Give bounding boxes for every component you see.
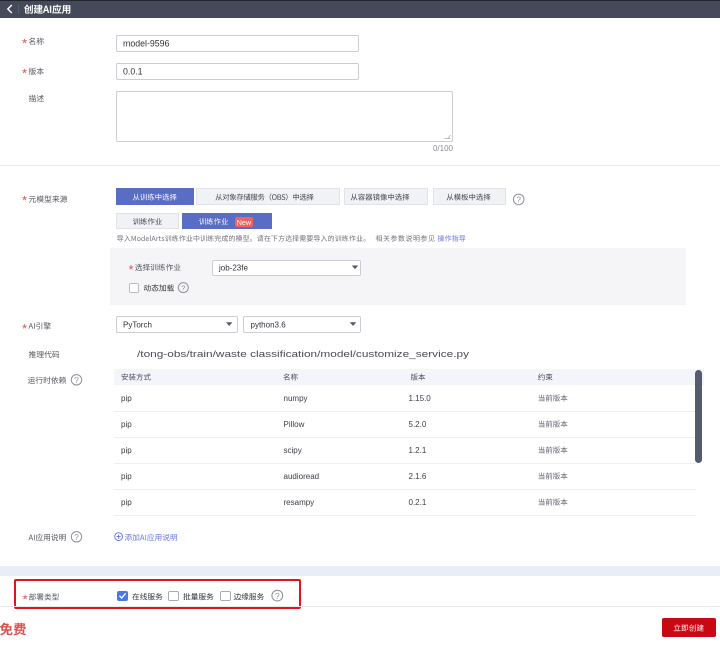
svg-text:0/100: 0/100 — [433, 144, 454, 153]
svg-text:0.0.1: 0.0.1 — [123, 66, 143, 76]
svg-text:?: ? — [181, 284, 186, 293]
svg-text:job-23fe: job-23fe — [218, 264, 248, 273]
svg-text:pip: pip — [121, 498, 132, 507]
svg-text:?: ? — [275, 591, 280, 601]
svg-text:?: ? — [516, 196, 521, 205]
svg-text:0.2.1: 0.2.1 — [409, 498, 427, 507]
svg-text:PyTorch: PyTorch — [123, 320, 152, 329]
svg-text:2.1.6: 2.1.6 — [409, 472, 427, 481]
svg-text:audioread: audioread — [284, 472, 320, 481]
svg-text:python3.6: python3.6 — [251, 320, 287, 329]
svg-text:5.2.0: 5.2.0 — [409, 420, 427, 429]
svg-text:resampy: resampy — [284, 498, 315, 507]
svg-text:pip: pip — [121, 446, 132, 455]
svg-text:New: New — [237, 218, 252, 227]
svg-text:model-9596: model-9596 — [123, 38, 170, 48]
svg-text:/tong-obs/train/waste classifi: /tong-obs/train/waste classification/mod… — [137, 349, 470, 359]
svg-text:?: ? — [74, 376, 79, 385]
svg-text:Pillow: Pillow — [284, 420, 305, 429]
svg-text:?: ? — [74, 533, 79, 542]
svg-text:pip: pip — [121, 420, 132, 429]
svg-text:pip: pip — [121, 472, 132, 481]
svg-text:scipy: scipy — [284, 446, 302, 455]
svg-text:1.2.1: 1.2.1 — [409, 446, 427, 455]
svg-text:numpy: numpy — [284, 394, 308, 403]
svg-text:pip: pip — [121, 394, 132, 403]
svg-text:1.15.0: 1.15.0 — [409, 394, 432, 403]
